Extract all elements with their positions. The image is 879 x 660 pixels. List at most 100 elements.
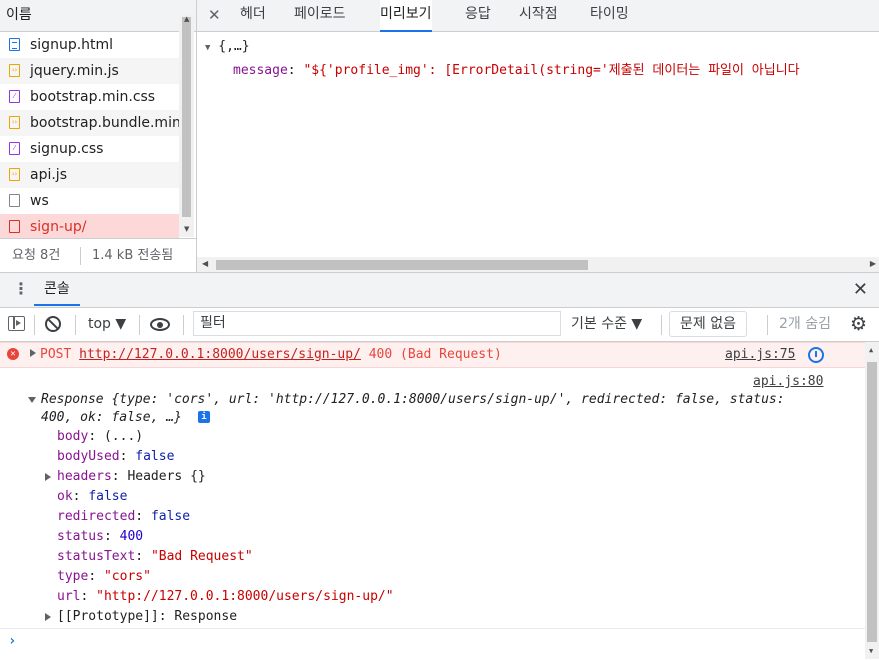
tab-response[interactable]: 응답	[465, 0, 491, 30]
divider	[80, 247, 81, 265]
divider	[767, 315, 768, 335]
request-name: bootstrap.bundle.min.js	[30, 115, 179, 131]
console-toolbar: top ▼ 필터 기본 수준 ▼ 문제 없음 2개 숨김 ⚙	[0, 308, 879, 342]
stylesheet-icon: ⁄	[9, 142, 20, 155]
request-name: bootstrap.min.css	[30, 89, 156, 105]
filter-input[interactable]: 필터	[193, 311, 561, 336]
script-icon: ‹›	[9, 168, 20, 181]
scroll-down-icon[interactable]: ▼	[184, 225, 189, 233]
expanded-triangle-icon: ▼	[205, 43, 211, 53]
transferred-size: 1.4 kB 전송됨	[92, 248, 174, 263]
clear-console-icon[interactable]	[45, 316, 61, 332]
show-sidebar-icon[interactable]	[8, 316, 25, 331]
document-icon	[9, 38, 20, 51]
request-list-scrollbar[interactable]	[179, 15, 194, 237]
source-link[interactable]: api.js:75	[725, 347, 795, 362]
hidden-count: 2개 숨김	[779, 316, 831, 332]
name-column-header[interactable]: 이름	[0, 0, 196, 32]
close-drawer-icon[interactable]: ✕	[853, 279, 868, 300]
issues-button[interactable]: 문제 없음	[669, 311, 747, 337]
request-row-signup-css[interactable]: ⁄ signup.css	[0, 136, 179, 162]
property-row: body: (...)	[57, 429, 144, 444]
json-root[interactable]: ▼ {,…}	[205, 39, 250, 54]
divider	[139, 315, 140, 335]
script-icon: ‹›	[9, 116, 20, 129]
tab-payload[interactable]: 페이로드	[294, 0, 346, 30]
expand-triangle-icon[interactable]	[30, 349, 36, 357]
preview-horizontal-scrollbar[interactable]: ◀ ▶	[197, 257, 879, 272]
scroll-left-icon[interactable]: ◀	[202, 259, 208, 268]
tab-headers[interactable]: 헤더	[240, 0, 266, 30]
drawer-header: ⋮ 콘솔 ✕	[0, 273, 879, 308]
scroll-up-icon[interactable]: ▲	[184, 15, 189, 23]
detail-tabs: ✕ 헤더 페이로드 미리보기 응답 시작점 타이밍	[197, 0, 879, 32]
error-file-icon	[9, 220, 20, 233]
error-status: 400 (Bad Request)	[368, 347, 502, 362]
scrollbar-thumb[interactable]	[216, 260, 588, 270]
console-scrollbar[interactable]: ▲ ▼	[865, 342, 879, 659]
info-icon[interactable]: i	[198, 411, 210, 423]
request-row-ws[interactable]: ws	[0, 188, 179, 214]
expanded-triangle-icon[interactable]	[28, 397, 36, 403]
log-levels-dropdown[interactable]: 기본 수준 ▼	[571, 308, 642, 341]
tab-preview[interactable]: 미리보기	[380, 0, 432, 32]
console-error-message[interactable]: ✕ POST http://127.0.0.1:8000/users/sign-…	[0, 342, 865, 368]
replay-request-icon[interactable]	[808, 347, 824, 363]
property-row: type: "cors"	[57, 569, 151, 584]
property-row: bodyUsed: false	[57, 449, 175, 464]
console-output: ✕ POST http://127.0.0.1:8000/users/sign-…	[0, 342, 879, 659]
request-name: ws	[30, 193, 49, 209]
property-row[interactable]: headers: Headers {}	[57, 469, 206, 484]
property-row: ok: false	[57, 489, 128, 504]
source-link[interactable]: api.js:80	[753, 374, 823, 389]
http-method: POST	[40, 347, 72, 362]
scrollbar-thumb[interactable]	[182, 17, 191, 217]
property-row: redirected: false	[57, 509, 191, 524]
tab-initiator[interactable]: 시작점	[519, 0, 558, 30]
scroll-down-icon[interactable]: ▼	[869, 647, 873, 655]
prompt-chevron-icon: ›	[8, 633, 17, 649]
divider	[75, 315, 76, 335]
divider	[661, 315, 662, 335]
property-row[interactable]: [[Prototype]]: Response	[57, 609, 237, 624]
request-name: jquery.min.js	[30, 63, 119, 79]
request-name: sign-up/	[30, 219, 87, 235]
expand-triangle-icon[interactable]	[45, 613, 51, 621]
request-row-bootstrap-bundle[interactable]: ‹› bootstrap.bundle.min.js	[0, 110, 179, 136]
gear-icon[interactable]: ⚙	[850, 314, 867, 334]
more-options-icon[interactable]: ⋮	[13, 281, 29, 297]
request-row-api-js[interactable]: ‹› api.js	[0, 162, 179, 188]
tab-console[interactable]: 콘솔	[34, 273, 80, 306]
property-row: statusText: "Bad Request"	[57, 549, 253, 564]
request-row-sign-up[interactable]: sign-up/	[0, 214, 179, 238]
file-icon	[9, 194, 20, 207]
scroll-up-icon[interactable]: ▲	[869, 346, 873, 354]
request-row-jquery[interactable]: ‹› jquery.min.js	[0, 58, 179, 84]
response-object-summary[interactable]: Response {type: 'cors', url: 'http://127…	[41, 392, 785, 407]
stylesheet-icon: ⁄	[9, 90, 20, 103]
script-icon: ‹›	[9, 64, 20, 77]
property-row: status: 400	[57, 529, 144, 544]
live-expression-icon[interactable]	[150, 318, 170, 331]
request-count: 요청 8건	[12, 248, 61, 263]
request-row-bootstrap-css[interactable]: ⁄ bootstrap.min.css	[0, 84, 179, 110]
request-name: signup.css	[30, 141, 104, 157]
expand-triangle-icon[interactable]	[45, 473, 51, 481]
console-prompt[interactable]: ›	[0, 628, 865, 660]
request-row-signup-html[interactable]: signup.html	[0, 32, 179, 58]
error-icon: ✕	[7, 348, 19, 360]
divider	[183, 315, 184, 335]
scroll-right-icon[interactable]: ▶	[870, 259, 876, 268]
error-url-link[interactable]: http://127.0.0.1:8000/users/sign-up/	[79, 347, 361, 362]
request-list: 이름 signup.html ‹› jquery.min.js ⁄ bootst…	[0, 0, 197, 272]
network-status-bar: 요청 8건 1.4 kB 전송됨	[0, 238, 196, 273]
context-selector[interactable]: top ▼	[88, 308, 126, 341]
scrollbar-thumb[interactable]	[867, 362, 877, 642]
close-icon[interactable]: ✕	[208, 6, 221, 24]
tab-timing[interactable]: 타이밍	[590, 0, 629, 30]
divider	[34, 315, 35, 335]
response-object-summary-cont: 400, ok: false, …}	[41, 410, 182, 425]
network-panel: 이름 signup.html ‹› jquery.min.js ⁄ bootst…	[0, 0, 879, 273]
json-message-entry: message: "${'profile_img': [ErrorDetail(…	[233, 63, 800, 78]
request-name: api.js	[30, 167, 67, 183]
